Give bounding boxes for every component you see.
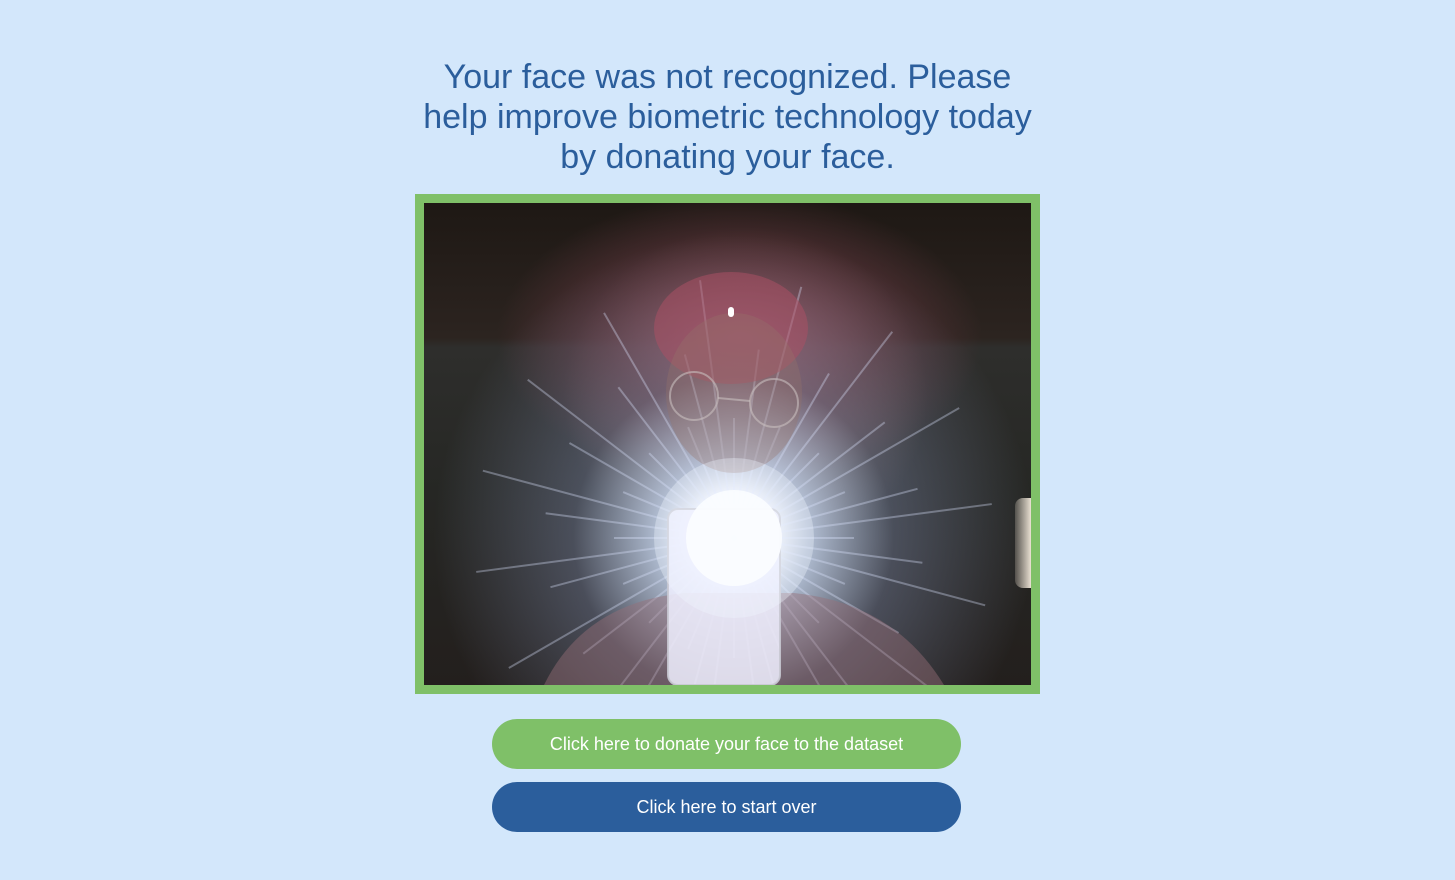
flash-glare — [476, 272, 992, 685]
recognition-failed-message: Your face was not recognized. Please hel… — [423, 58, 1032, 176]
camera-frame — [415, 194, 1040, 694]
donate-face-button[interactable]: Click here to donate your face to the da… — [492, 719, 961, 769]
webcam-capture-image — [424, 203, 1031, 685]
page: Your face was not recognized. Please hel… — [0, 0, 1455, 880]
start-over-button[interactable]: Click here to start over — [492, 782, 961, 832]
background-lamp — [1015, 498, 1031, 588]
